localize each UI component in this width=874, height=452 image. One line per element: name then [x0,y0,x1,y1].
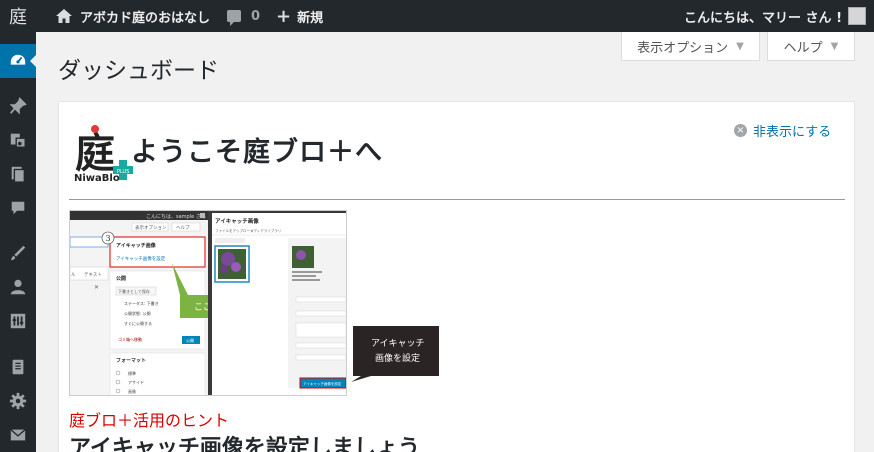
mail-icon [10,429,26,441]
svg-text:表示オプション: 表示オプション [135,224,167,231]
menu-pages[interactable] [0,157,36,191]
svg-text:アイキャッチ: アイキャッチ [371,338,425,349]
active-indicator [30,55,36,67]
plus-icon: + [276,5,292,27]
admin-bar: 庭 アボカド庭のおはなし 0 + 新規 こんにちは、マリー さん ! [0,0,874,32]
svg-text:すぐに公開する: すぐに公開する [124,320,152,326]
menu-mail[interactable] [0,418,36,452]
hint-title: アイキャッチ画像を設定しましょう [69,436,420,452]
svg-text:ル: ル [71,273,76,278]
tools-icon [10,313,26,329]
media-icon [10,133,26,148]
notebook-icon [12,359,24,375]
comments-count: 0 [251,8,261,24]
svg-text:標準: 標準 [128,370,136,376]
menu-media[interactable] [0,123,36,157]
page-title: ダッシュボード [58,58,219,84]
svg-text:画像を設定: 画像を設定 [375,352,420,364]
pages-icon [11,166,25,183]
new-content-link[interactable]: + 新規 [276,0,323,32]
caret-down-icon: ▼ [736,40,744,52]
dismiss-label: 非表示にする [753,125,832,140]
svg-text:ヘルプ: ヘルプ [176,225,190,231]
svg-text:3: 3 [106,234,111,243]
svg-text:ファイルをアップロード: ファイルをアップロード [215,228,254,233]
greeting: こんにちは、マリー さん ! [684,10,842,26]
site-name-link[interactable]: アボカド庭のおはなし [56,0,210,32]
svg-text:アイキャッチ画像: アイキャッチ画像 [116,242,157,249]
menu-dashboard[interactable] [0,44,36,78]
screen-options-button[interactable]: 表示オプション ▼ [621,32,760,61]
svg-text:画像: 画像 [128,388,136,394]
admin-sidebar [0,32,36,452]
svg-text:こんにちは、sample さん !: こんにちは、sample さん ! [146,213,209,220]
svg-text:ステータス: 下書き: ステータス: 下書き [124,300,159,306]
users-icon [10,279,26,295]
tutorial-screenshot: こんにちは、sample さん ! 表示オプション ヘルプ ル テキスト ✕ 3… [69,210,347,396]
menu-users[interactable] [0,270,36,304]
tutorial-illustration: こんにちは、sample さん ! 表示オプション ヘルプ ル テキスト ✕ 3… [70,211,346,395]
svg-text:アサイド: アサイド [128,380,144,385]
help-button[interactable]: ヘルプ ▼ [767,32,855,61]
svg-text:✕: ✕ [94,284,99,291]
pin-icon [9,97,27,115]
svg-text:公開状態: 公開: 公開状態: 公開 [124,310,151,316]
caret-down-icon: ▼ [830,40,839,52]
menu-posts[interactable] [0,89,36,123]
logo-badge: PLUS [117,169,129,175]
menu-settings[interactable] [0,384,36,418]
settings-icon [9,392,27,410]
menu-notebook[interactable] [0,350,36,384]
set-image-callout: アイキャッチ 画像を設定 [351,326,439,382]
logo-caption: NiwaBlo [74,173,120,184]
avatar[interactable] [848,7,866,25]
logo-kanji: 庭 [75,130,115,177]
niwablo-logo: 庭 NiwaBlo PLUS [74,125,133,184]
site-name: アボカド庭のおはなし [80,10,211,26]
appearance-icon [10,245,26,261]
svg-text:アイキャッチ画像を設定: アイキャッチ画像を設定 [116,255,166,262]
svg-text:テキスト: テキスト [84,272,102,278]
help-label: ヘルプ [783,40,823,56]
welcome-title: ようこそ庭ブロ＋へ [131,137,383,168]
comments-link[interactable]: 0 [227,0,260,32]
menu-appearance[interactable] [0,236,36,270]
new-label: 新規 [297,10,324,26]
dismiss-link[interactable]: × 非表示にする [734,121,831,140]
svg-text:公開: 公開 [186,337,194,343]
niwa-logo-icon: 庭 [9,7,27,28]
divider [69,199,845,200]
comment-bubble-icon [227,10,241,26]
menu-comments[interactable] [0,191,36,225]
site-logo-menu[interactable]: 庭 [0,0,36,32]
svg-text:フォーマット: フォーマット [116,358,146,364]
my-account-menu[interactable]: こんにちは、マリー さん ! [684,0,866,32]
close-icon: × [734,124,747,137]
dashboard-icon [10,54,26,65]
welcome-panel: 庭 NiwaBlo PLUS ようこそ庭ブロ＋へ × 非表示にする こんにちは、… [58,101,855,452]
svg-text:アイキャッチ画像: アイキャッチ画像 [215,217,259,225]
svg-text:公開: 公開 [116,275,126,282]
screen-options-label: 表示オプション [637,40,729,56]
comments-icon [11,201,25,215]
svg-text:メディアライブラリ: メディアライブラリ [250,228,281,233]
hint-label: 庭ブロ＋活用のヒント [69,411,230,430]
menu-tools[interactable] [0,304,36,338]
svg-text:ゴミ箱へ移動: ゴミ箱へ移動 [118,336,142,342]
svg-text:アイキャッチ画像を設定: アイキャッチ画像を設定 [303,381,342,386]
svg-text:下書きとして保存: 下書きとして保存 [118,288,150,294]
home-icon [56,9,72,23]
